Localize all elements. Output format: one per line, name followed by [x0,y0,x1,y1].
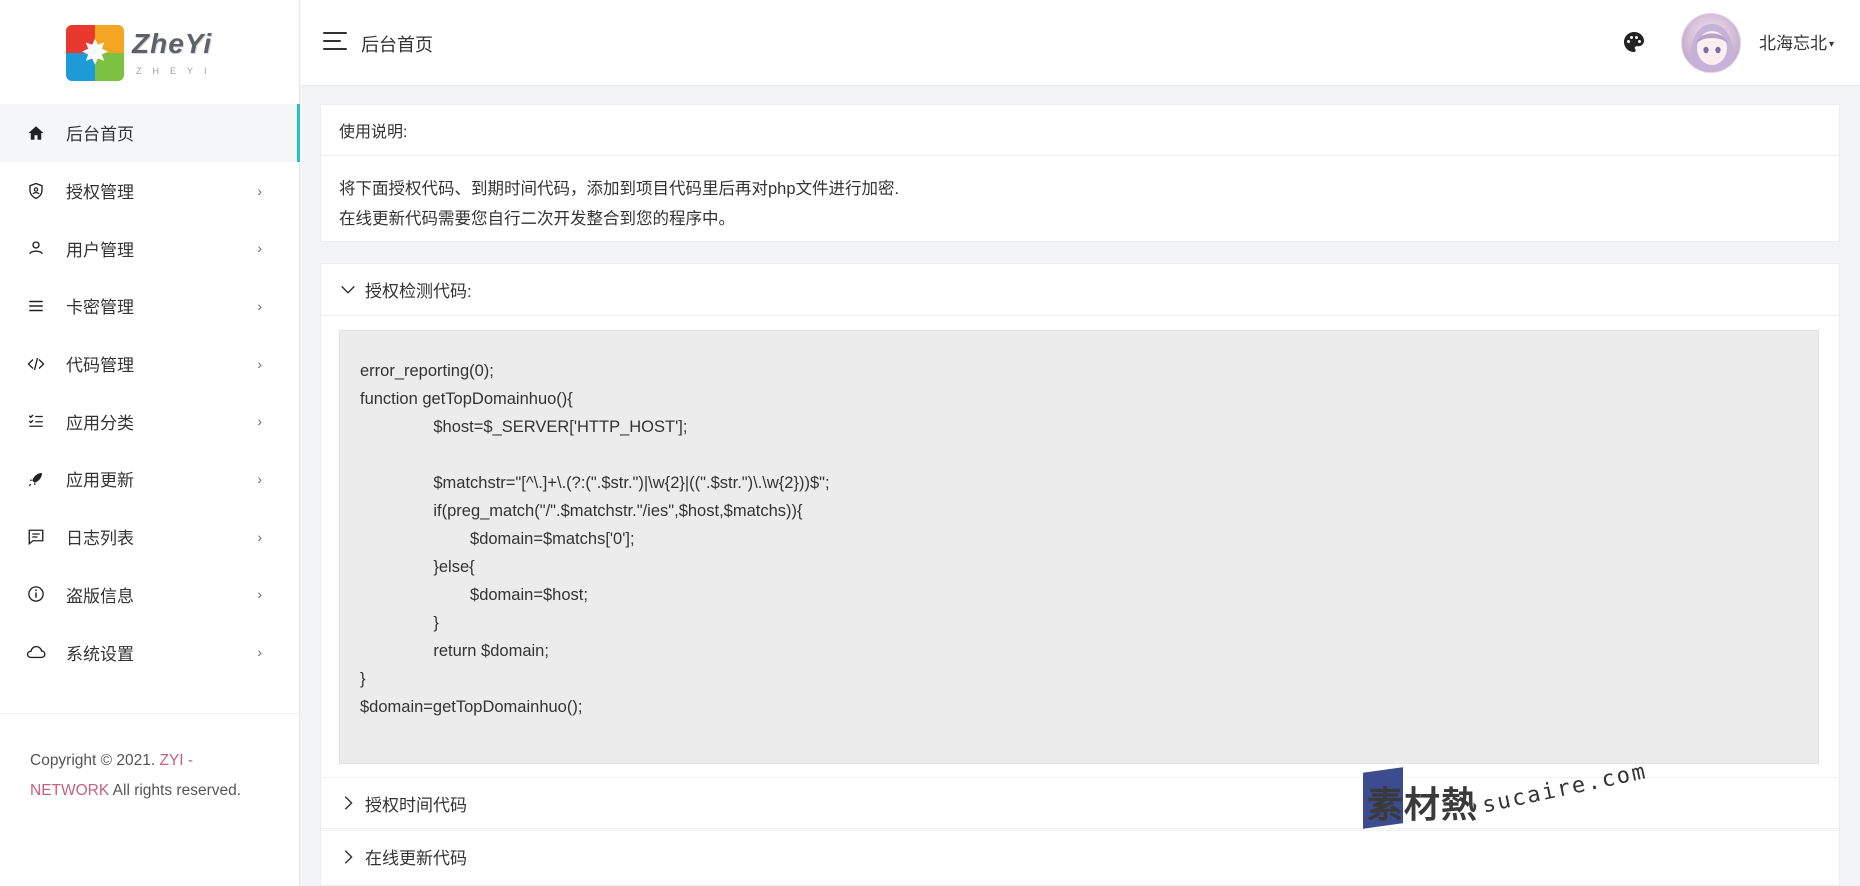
copyright: Copyright © 2021. ZYI - NETWORK All righ… [30,746,270,806]
message-icon [26,527,46,547]
sidebar-nav: 后台首页 授权管理 › 用户管理 › 卡密管理 › 代码管理 › 应用分类 › … [0,104,300,681]
logo-mark-icon: ✸ [66,25,124,81]
watermark-cn-text: 素材熱 [1367,784,1479,825]
notice-line-1: 将下面授权代码、到期时间代码，添加到项目代码里后再对php文件进行加密. [339,180,900,198]
sidebar-item-label: 系统设置 [66,644,134,664]
user-icon [26,238,46,258]
caret-down-icon: ▾ [1829,39,1835,51]
copyright-prefix: Copyright © 2021. [30,752,160,769]
sidebar-item-code[interactable]: 代码管理 › [0,335,300,393]
list-icon [26,296,46,316]
sidebar-item-label: 卡密管理 [66,298,134,318]
watermark: 素材熱 sucaire.com [1363,759,1649,830]
chevron-right-icon: › [257,297,262,314]
logo-subtext: ZHEYI [136,66,218,76]
chevron-right-icon: › [257,355,262,372]
user-menu[interactable]: 北海忘北 ▾ [1759,29,1834,54]
home-icon [26,123,46,143]
sidebar-divider [0,713,300,714]
chevron-right-icon: › [257,528,262,545]
page-title: 后台首页 [361,35,433,55]
sidebar-item-label: 后台首页 [66,125,134,145]
notice-title: 使用说明: [321,105,1839,156]
palette-icon[interactable] [1622,30,1646,54]
chevron-right-icon [344,796,353,810]
chevron-down-icon [341,285,355,294]
sidebar-item-updates[interactable]: 应用更新 › [0,450,300,508]
logo[interactable]: ✸ ZheYi ZHEYI [64,22,240,84]
notice-body: 将下面授权代码、到期时间代码，添加到项目代码里后再对php文件进行加密. 在线更… [321,156,1839,252]
sidebar-item-piracy[interactable]: 盗版信息 › [0,566,300,624]
accordion-title: 在线更新代码 [365,849,467,868]
sidebar-item-categories[interactable]: 应用分类 › [0,392,300,450]
category-icon [26,411,46,431]
info-icon [26,584,46,604]
code-icon [26,354,46,374]
chevron-right-icon: › [257,413,262,430]
copyright-suffix: All rights reserved. [109,782,242,799]
chevron-right-icon: › [257,470,262,487]
accordion-title: 授权时间代码 [365,795,467,815]
sidebar-item-settings[interactable]: 系统设置 › [0,623,300,681]
cloud-icon [26,642,46,662]
sidebar-item-cards[interactable]: 卡密管理 › [0,277,300,335]
username-label: 北海忘北 [1759,34,1827,53]
app-root: ✸ ZheYi ZHEYI 后台首页 授权管理 › 用户管理 › 卡密管理 › … [0,0,1860,886]
accordion-title: 授权检测代码: [365,282,472,301]
code-text: error_reporting(0); function getTopDomai… [360,362,830,716]
code-block: error_reporting(0); function getTopDomai… [339,330,1819,764]
sidebar-item-label: 授权管理 [66,183,134,203]
chevron-right-icon [344,849,353,864]
sidebar-item-label: 应用更新 [66,471,134,491]
sidebar-item-home[interactable]: 后台首页 [0,104,300,162]
chevron-right-icon: › [257,182,262,199]
chevron-right-icon: › [257,644,262,661]
sidebar-item-label: 代码管理 [66,356,134,376]
chevron-right-icon: › [257,240,262,257]
shield-icon [26,181,46,201]
sidebar-item-label: 用户管理 [66,240,134,260]
sidebar-item-logs[interactable]: 日志列表 › [0,508,300,566]
sidebar-item-label: 日志列表 [66,529,134,549]
avatar[interactable] [1681,13,1741,73]
sidebar-item-label: 应用分类 [66,413,134,433]
sidebar-item-license[interactable]: 授权管理 › [0,162,300,220]
top-header: 后台首页 北海忘北 ▾ [301,0,1860,86]
notice-line-2: 在线更新代码需要您自行二次开发整合到您的程序中。 [339,210,735,228]
rocket-icon [26,469,46,489]
menu-toggle-icon[interactable] [323,32,347,52]
accordion-header-online-update[interactable]: 在线更新代码 [321,830,1839,882]
chevron-right-icon: › [257,586,262,603]
accordion-header-license-check[interactable]: 授权检测代码: [321,264,1839,316]
logo-text: ZheYi [132,28,213,59]
usage-notice-card: 使用说明: 将下面授权代码、到期时间代码，添加到项目代码里后再对php文件进行加… [320,104,1840,242]
sidebar: ✸ ZheYi ZHEYI 后台首页 授权管理 › 用户管理 › 卡密管理 › … [0,0,300,886]
sidebar-item-label: 盗版信息 [66,586,134,606]
sidebar-item-users[interactable]: 用户管理 › [0,219,300,277]
